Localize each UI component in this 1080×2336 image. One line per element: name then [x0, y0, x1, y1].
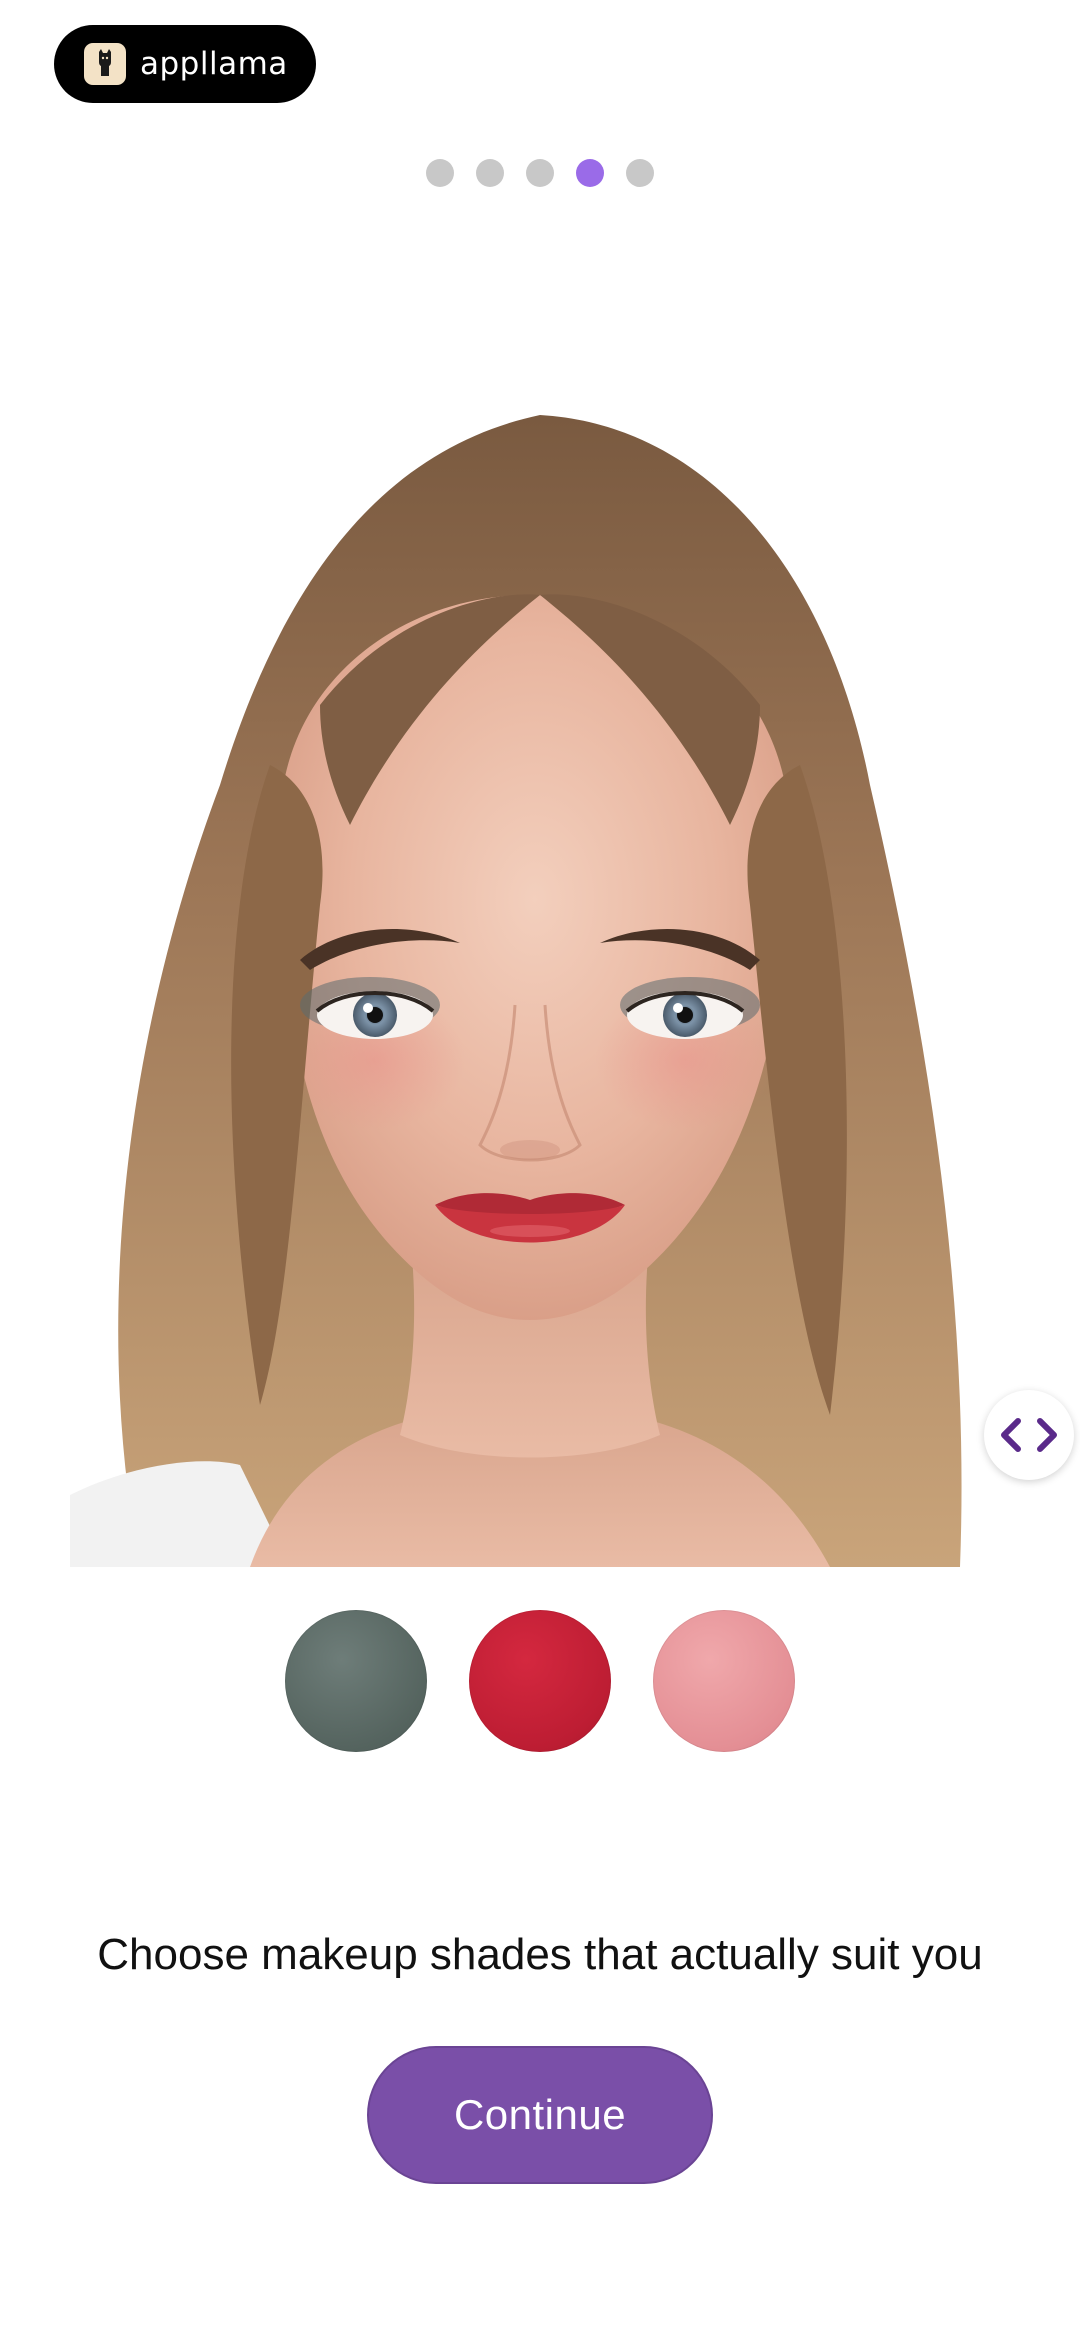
onboarding-screen: appllama Choose makeup shades that actua… — [0, 0, 1080, 2336]
page-dot — [526, 159, 554, 187]
llama-icon — [84, 43, 126, 85]
continue-button[interactable]: Continue — [367, 2046, 713, 2184]
brand-badge: appllama — [54, 25, 316, 103]
compare-slider-handle[interactable] — [984, 1390, 1074, 1480]
page-dot — [626, 159, 654, 187]
shade-swatches — [0, 1610, 1080, 1752]
page-indicator — [0, 159, 1080, 187]
page-dot — [476, 159, 504, 187]
page-dot — [426, 159, 454, 187]
chevron-left-right-icon — [1001, 1418, 1057, 1452]
page-dot-active — [576, 159, 604, 187]
onboarding-headline: Choose makeup shades that actually suit … — [97, 1930, 983, 1979]
lipstick-swatch[interactable] — [469, 1610, 611, 1752]
blush-swatch[interactable] — [653, 1610, 795, 1752]
eyeshadow-swatch[interactable] — [285, 1610, 427, 1752]
brand-name: appllama — [140, 46, 288, 82]
portrait-image — [70, 405, 996, 1567]
